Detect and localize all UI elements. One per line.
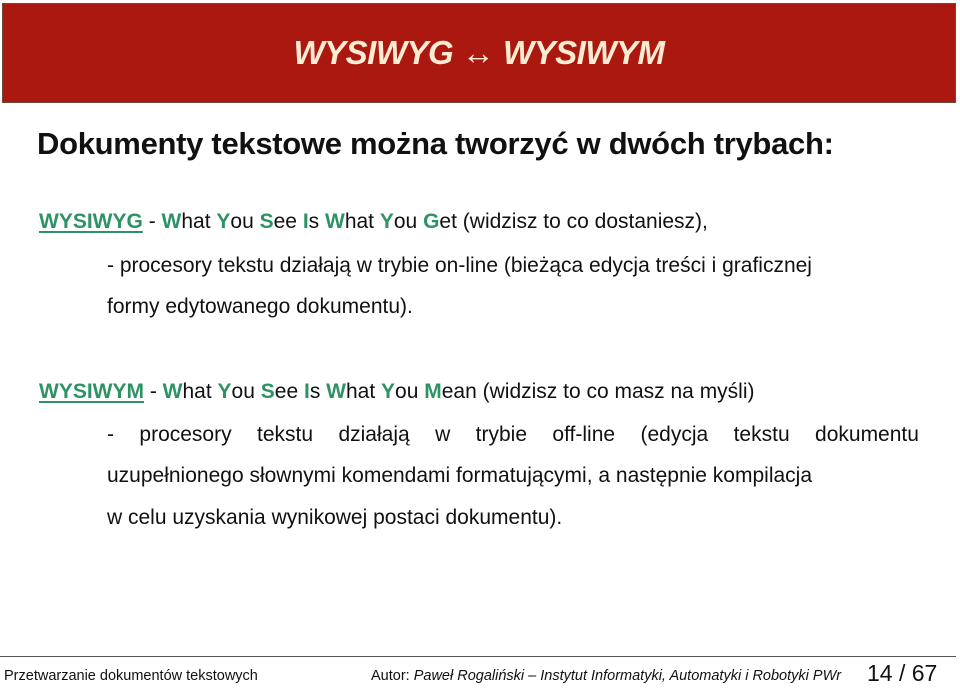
acronym-letter: Y [217, 380, 232, 403]
acronym-word-rest: ou [231, 380, 261, 403]
acronym-letter: M [424, 380, 442, 403]
wysiwym-description-line: - procesory tekstu działają w trybie off-line (… [107, 423, 919, 447]
term-wysiwyg: WYSIWYG [39, 210, 143, 233]
acronym-letter: W [326, 380, 346, 403]
acronym-word-rest: ean [441, 380, 477, 403]
wysiwyg-description-line: formy edytowanego dokumentu). [107, 295, 413, 318]
word: dokumentu [815, 423, 919, 446]
word: - [107, 423, 114, 446]
wysiwym-description-line: uzupełnionego słownymi komendami formatu… [107, 464, 813, 487]
acronym-letter: G [423, 210, 440, 233]
acronym-word-rest: ee [274, 380, 304, 403]
wysiwyg-description-line: - procesory tekstu działają w trybie on-… [107, 254, 812, 277]
word: (edycja [640, 423, 709, 446]
acronym-word-rest: ou [230, 210, 260, 233]
acronym-letter: W [325, 210, 345, 233]
word: trybie [475, 423, 528, 446]
acronym-word-rest: hat [182, 380, 218, 403]
acronym-word-rest: et [439, 210, 457, 233]
page-number: 14 / 67 [867, 660, 938, 686]
word: tekstu [733, 423, 790, 446]
acronym-letter: W [162, 380, 183, 403]
word: tekstu [257, 423, 314, 446]
wysiwym-definition: WYSIWYM - What You See Is What You Mean … [39, 380, 755, 403]
acronym-word-rest: ou [395, 380, 425, 403]
acronym-word-rest: ou [393, 210, 424, 233]
footer-course: Przetwarzanie dokumentów tekstowych [4, 668, 258, 684]
footer-divider [0, 656, 956, 657]
wysiwym-description-line: w celu uzyskania wynikowej postaci dokum… [107, 506, 563, 529]
acronym-letter: Y [379, 210, 394, 233]
acronym-word-rest: s [309, 380, 327, 403]
wysiwym-expansion: What You See Is What You Mean [163, 380, 483, 403]
acronym-letter: Y [216, 210, 231, 233]
acronym-letter: W [161, 210, 182, 233]
acronym-word-rest: ee [273, 210, 303, 233]
acronym-word-rest: hat [181, 210, 217, 233]
wysiwyg-gloss: (widzisz to co dostaniesz), [462, 210, 708, 233]
acronym-word-rest: hat [345, 380, 382, 403]
wysiwyg-expansion: What You See Is What You Get [162, 210, 463, 233]
slide-title: WYSIWYG ↔ WYSIWYM [293, 34, 665, 71]
word: działają [338, 423, 410, 446]
footer-author-name: Paweł Rogaliński – Instytut Informatyki,… [413, 668, 842, 684]
acronym-word-rest: hat [344, 210, 380, 233]
acronym-letter: S [260, 380, 275, 403]
slide-subtitle: Dokumenty tekstowe można tworzyć w dwóch… [37, 126, 834, 161]
word: procesory [139, 423, 232, 446]
word: off-line [552, 423, 616, 446]
acronym-letter: Y [381, 380, 396, 403]
acronym-letter: S [259, 210, 274, 233]
word: w [435, 423, 451, 446]
acronym-word-rest: s [308, 210, 325, 233]
term-wysiwym: WYSIWYM [39, 380, 144, 403]
footer-author: Autor: Paweł Rogaliński – Instytut Infor… [371, 668, 841, 684]
slide-header: WYSIWYG ↔ WYSIWYM [2, 3, 956, 103]
footer-author-label: Autor: [371, 668, 410, 684]
wysiwyg-definition: WYSIWYG - What You See Is What You Get (… [39, 210, 708, 233]
wysiwym-gloss: (widzisz to co masz na myśli) [482, 380, 755, 403]
